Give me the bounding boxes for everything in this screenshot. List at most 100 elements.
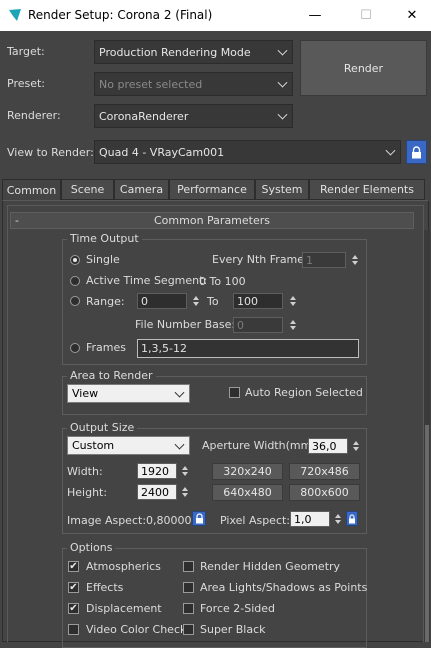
spinner-down-icon <box>193 302 199 306</box>
chevron-down-icon <box>277 109 288 120</box>
single-radio[interactable] <box>70 255 80 265</box>
atmospherics-checkbox[interactable]: ✔ <box>68 561 79 572</box>
range-from-field[interactable]: 0 <box>137 293 187 309</box>
area-to-render-title: Area to Render <box>67 370 156 382</box>
atmospherics-label: Atmospherics <box>86 560 161 573</box>
aperture-width-label: Aperture Width(mm): <box>202 439 320 452</box>
render-hidden-geometry-checkbox[interactable] <box>183 561 194 572</box>
image-aspect-lock-button[interactable] <box>192 511 206 526</box>
tab-common[interactable]: Common <box>2 179 61 201</box>
height-field[interactable]: 2400 <box>137 484 177 500</box>
scrollbar-thumb[interactable] <box>425 425 429 642</box>
height-spinner[interactable] <box>180 484 190 500</box>
lock-view-button[interactable] <box>406 140 427 164</box>
view-to-render-dropdown[interactable]: Quad 4 - VRayCam001 <box>94 140 401 164</box>
collapse-icon: - <box>15 214 19 227</box>
spinner-down-icon <box>290 326 296 330</box>
pixel-aspect-lock-button[interactable] <box>346 511 358 526</box>
video-color-check-label: Video Color Check <box>86 623 187 636</box>
chevron-down-icon <box>385 145 396 156</box>
preset-label: Preset: <box>7 77 46 90</box>
maximize-button[interactable]: ☐ <box>343 0 389 31</box>
tab-scene[interactable]: Scene <box>61 179 114 200</box>
width-field[interactable]: 1920 <box>137 463 177 479</box>
area-to-render-dropdown[interactable]: View <box>67 384 190 403</box>
displacement-checkbox[interactable]: ✔ <box>68 603 79 614</box>
renderer-value: CoronaRenderer <box>99 109 189 123</box>
spinner-down-icon <box>335 520 341 524</box>
lock-icon <box>412 145 421 158</box>
single-label: Single <box>86 253 120 266</box>
preset-320x240-button[interactable]: 320x240 <box>212 463 283 480</box>
frames-field[interactable]: 1,3,5-12 <box>137 339 359 358</box>
3ds-max-icon <box>8 8 22 22</box>
video-color-check-checkbox[interactable] <box>68 624 79 635</box>
preset-dropdown[interactable]: No preset selected <box>94 72 293 96</box>
maximize-icon: ☐ <box>360 8 372 23</box>
range-radio[interactable] <box>70 296 80 306</box>
frames-label: Frames <box>86 341 127 354</box>
aperture-width-spinner[interactable] <box>351 438 361 454</box>
spinner-down-icon <box>352 261 358 265</box>
spinner-up-icon <box>193 296 199 300</box>
tab-system[interactable]: System <box>255 179 309 200</box>
frames-radio[interactable] <box>70 343 80 353</box>
spinner-up-icon <box>290 320 296 324</box>
force-2-sided-checkbox[interactable] <box>183 603 194 614</box>
effects-checkbox[interactable]: ✔ <box>68 582 79 593</box>
spinner-up-icon <box>353 441 359 445</box>
time-output-title: Time Output <box>67 233 142 245</box>
minimize-button[interactable]: — <box>292 0 338 31</box>
rollout-header-common-parameters[interactable]: - Common Parameters <box>10 212 414 229</box>
preset-720x486-button[interactable]: 720x486 <box>289 463 360 480</box>
target-dropdown[interactable]: Production Rendering Mode <box>94 40 293 64</box>
spinner-up-icon <box>182 487 188 491</box>
auto-region-selected-checkbox[interactable] <box>229 387 240 398</box>
rollout-title: Common Parameters <box>154 214 270 227</box>
output-size-preset-dropdown[interactable]: Custom <box>67 436 190 455</box>
output-size-preset-value: Custom <box>72 439 115 452</box>
render-button[interactable]: Render <box>300 40 427 96</box>
file-number-base-label: File Number Base: <box>135 318 236 331</box>
spinner-up-icon <box>335 514 341 518</box>
output-size-title: Output Size <box>67 422 138 434</box>
every-nth-frame-field[interactable]: 1 <box>302 252 346 268</box>
tab-performance[interactable]: Performance <box>169 179 255 200</box>
displacement-label: Displacement <box>86 602 162 615</box>
every-nth-frame-label: Every Nth Frame: <box>212 253 308 266</box>
aperture-width-field[interactable]: 36,0 <box>308 438 348 454</box>
file-number-base-spinner[interactable] <box>288 317 298 333</box>
preset-640x480-button[interactable]: 640x480 <box>212 484 283 501</box>
target-label: Target: <box>7 45 45 58</box>
tab-camera[interactable]: Camera <box>114 179 169 200</box>
file-number-base-field[interactable]: 0 <box>233 317 283 333</box>
super-black-label: Super Black <box>200 623 266 636</box>
spinner-down-icon <box>182 493 188 497</box>
close-button[interactable]: ✕ <box>389 0 431 31</box>
range-to-spinner[interactable] <box>288 293 298 309</box>
every-nth-frame-spinner[interactable] <box>350 252 360 268</box>
effects-label: Effects <box>86 581 124 594</box>
view-to-render-label: View to Render: <box>7 146 94 159</box>
pixel-aspect-field[interactable]: 1,0 <box>290 511 330 527</box>
force-2-sided-label: Force 2-Sided <box>200 602 275 615</box>
tab-render-elements[interactable]: Render Elements <box>309 179 425 200</box>
title-bar: Render Setup: Corona 2 (Final) — ☐ ✕ <box>0 0 431 31</box>
area-lights-shadows-checkbox[interactable] <box>183 582 194 593</box>
super-black-checkbox[interactable] <box>183 624 194 635</box>
spinner-down-icon <box>182 472 188 476</box>
chevron-down-icon <box>277 45 288 56</box>
active-time-segment-label: Active Time Segment: <box>86 274 208 287</box>
width-spinner[interactable] <box>180 463 190 479</box>
range-from-spinner[interactable] <box>191 293 201 309</box>
chevron-down-icon <box>174 387 185 398</box>
spinner-up-icon <box>182 466 188 470</box>
target-value: Production Rendering Mode <box>99 45 251 59</box>
preset-800x600-button[interactable]: 800x600 <box>289 484 360 501</box>
range-to-field[interactable]: 100 <box>233 293 283 309</box>
spinner-down-icon <box>290 302 296 306</box>
spinner-up-icon <box>352 255 358 259</box>
renderer-dropdown[interactable]: CoronaRenderer <box>94 104 293 128</box>
active-time-segment-radio[interactable] <box>70 276 80 286</box>
pixel-aspect-spinner[interactable] <box>333 511 343 527</box>
